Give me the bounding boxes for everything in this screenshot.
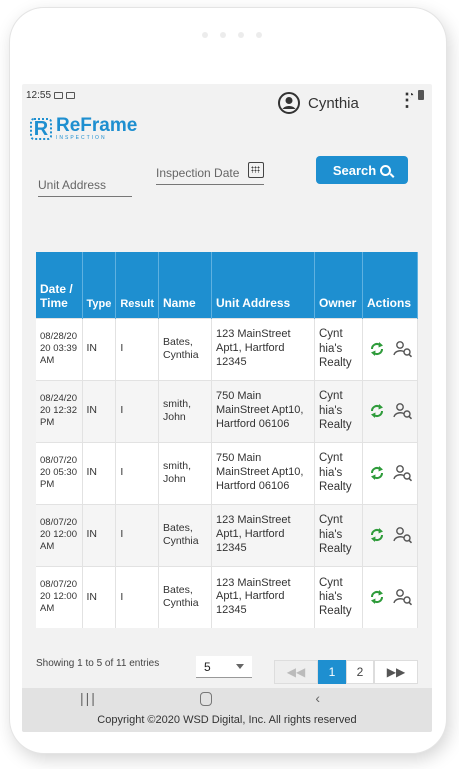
view-user-icon[interactable] bbox=[393, 340, 413, 358]
cell-unit-address: 123 MainStreet Apt1, Hartford 12345 bbox=[211, 317, 316, 380]
inspections-table: Date / Time Type Result Name Unit Addres… bbox=[36, 252, 418, 628]
cell-owner: Cynt hia's Realty bbox=[314, 565, 363, 628]
back-icon[interactable]: ‹ bbox=[315, 690, 320, 706]
page-size-select[interactable]: 5 bbox=[196, 656, 252, 678]
cell-owner: Cynt hia's Realty bbox=[314, 441, 363, 504]
calendar-icon[interactable] bbox=[248, 162, 264, 178]
header-date-time[interactable]: Date / Time bbox=[36, 252, 83, 318]
cell-name: Bates, Cynthia bbox=[158, 317, 212, 380]
cell-unit-address: 750 Main MainStreet Apt10, Hartford 0610… bbox=[211, 441, 316, 504]
search-form: Unit Address Inspection Date Search bbox=[22, 156, 432, 230]
cell-name: smith, John bbox=[158, 379, 212, 442]
cell-unit-address: 750 Main MainStreet Apt10, Hartford 0610… bbox=[211, 379, 316, 442]
table-row[interactable]: 08/07/20 20 12:00 AM IN I Bates, Cynthia 123… bbox=[36, 565, 418, 628]
view-user-icon[interactable] bbox=[393, 526, 413, 544]
status-bar: 12:55 ◔ bbox=[22, 84, 432, 106]
cell-unit-address: 123 MainStreet Apt1, Hartford 12345 bbox=[211, 565, 316, 628]
view-user-icon[interactable] bbox=[393, 402, 413, 420]
entries-info: Showing 1 to 5 of 11 entries bbox=[36, 658, 160, 669]
cell-type: IN bbox=[82, 565, 117, 628]
cell-date-time: 08/07/20 20 12:00 AM bbox=[36, 565, 83, 628]
image-notification-icon bbox=[54, 91, 64, 99]
battery-icon bbox=[418, 90, 424, 100]
table-header-row: Date / Time Type Result Name Unit Addres… bbox=[36, 252, 418, 318]
view-user-icon[interactable] bbox=[393, 464, 413, 482]
logo-mark: R bbox=[30, 117, 52, 140]
header-owner[interactable]: Owner bbox=[314, 252, 363, 318]
refresh-icon[interactable] bbox=[369, 465, 385, 481]
refresh-icon[interactable] bbox=[369, 589, 385, 605]
table-row[interactable]: 08/24/20 20 12:32 PM IN Ismith, John 750 Ma… bbox=[36, 379, 418, 442]
app-header: R ReFrame INSPECTION Cynthia ⋮ bbox=[22, 90, 432, 156]
chevron-down-icon bbox=[236, 664, 244, 669]
cell-result: I bbox=[115, 565, 159, 628]
camera-dots bbox=[202, 32, 262, 38]
table-row[interactable]: 08/07/20 20 12:00 AM IN I Bates, Cynthia 123… bbox=[36, 503, 418, 566]
reframe-logo: R ReFrame INSPECTION bbox=[30, 116, 137, 141]
cell-owner: Cynt hia's Realty bbox=[314, 317, 363, 380]
cell-date-time: 08/24/20 20 12:32 PM bbox=[36, 379, 83, 442]
cell-actions bbox=[362, 317, 418, 380]
cell-date-time: 08/28/20 20 03:39 AM bbox=[36, 317, 83, 380]
search-button[interactable]: Search bbox=[316, 156, 408, 184]
cell-name: Bates, Cynthia bbox=[158, 503, 212, 566]
cell-actions bbox=[362, 565, 418, 628]
app-screen: 12:55 ◔ R ReFrame INSPECTION Cynthia ⋮ U… bbox=[22, 84, 432, 732]
header-type[interactable]: Type bbox=[82, 252, 117, 318]
android-nav-bar: ||| ‹ bbox=[80, 690, 320, 706]
unit-address-field[interactable]: Unit Address bbox=[38, 178, 132, 197]
search-button-label: Search bbox=[332, 162, 377, 178]
cell-type: IN bbox=[82, 317, 117, 380]
next-page-icon[interactable]: ▶▶ bbox=[374, 660, 418, 684]
refresh-icon[interactable] bbox=[369, 341, 385, 357]
cell-type: IN bbox=[82, 441, 117, 504]
page-button-1[interactable]: 1 bbox=[318, 660, 346, 684]
cell-name: Bates, Cynthia bbox=[158, 565, 212, 628]
account-circle-icon bbox=[278, 92, 300, 114]
cell-type: IN bbox=[82, 379, 117, 442]
logo-subtitle: INSPECTION bbox=[56, 135, 107, 141]
cell-name: smith, John bbox=[158, 441, 212, 504]
cell-date-time: 08/07/20 20 05:30 PM bbox=[36, 441, 83, 504]
header-actions: Actions bbox=[362, 252, 418, 318]
refresh-icon[interactable] bbox=[369, 527, 385, 543]
header-name[interactable]: Name bbox=[158, 252, 212, 318]
pager: ◀◀ 1 2 ▶▶ bbox=[274, 660, 418, 684]
cell-type: IN bbox=[82, 503, 117, 566]
cell-result: I bbox=[115, 379, 159, 442]
header-unit-address[interactable]: Unit Address bbox=[211, 252, 316, 318]
cell-actions bbox=[362, 441, 418, 504]
cell-unit-address: 123 MainStreet Apt1, Hartford 12345 bbox=[211, 503, 316, 566]
view-user-icon[interactable] bbox=[393, 588, 413, 606]
page-button-2[interactable]: 2 bbox=[346, 660, 374, 684]
cell-actions bbox=[362, 379, 418, 442]
cell-result: I bbox=[115, 441, 159, 504]
cell-owner: Cynt hia's Realty bbox=[314, 503, 363, 566]
kebab-icon[interactable]: ⋮ bbox=[398, 90, 416, 111]
status-time: 12:55 bbox=[26, 89, 52, 101]
recent-apps-icon[interactable]: ||| bbox=[80, 690, 97, 706]
table-row[interactable]: 08/07/20 20 05:30 PM IN Ismith, John 750 Ma… bbox=[36, 441, 418, 504]
cell-actions bbox=[362, 503, 418, 566]
previous-page-icon[interactable]: ◀◀ bbox=[274, 660, 318, 684]
cell-owner: Cynt hia's Realty bbox=[314, 379, 363, 442]
header-result[interactable]: Result bbox=[115, 252, 159, 318]
cell-result: I bbox=[115, 503, 159, 566]
logo-name: ReFrame bbox=[56, 115, 138, 136]
gallery-notification-icon bbox=[66, 91, 76, 99]
search-icon bbox=[380, 164, 392, 176]
refresh-icon[interactable] bbox=[369, 403, 385, 419]
table-row[interactable]: 08/28/20 20 03:39 AM IN I Bates, Cynthia 123… bbox=[36, 317, 418, 380]
page-size-value: 5 bbox=[204, 659, 211, 674]
user-menu[interactable]: Cynthia bbox=[278, 92, 359, 114]
cell-result: I bbox=[115, 317, 159, 380]
home-icon[interactable] bbox=[200, 692, 213, 706]
cell-date-time: 08/07/20 20 12:00 AM bbox=[36, 503, 83, 566]
user-name: Cynthia bbox=[308, 94, 359, 112]
